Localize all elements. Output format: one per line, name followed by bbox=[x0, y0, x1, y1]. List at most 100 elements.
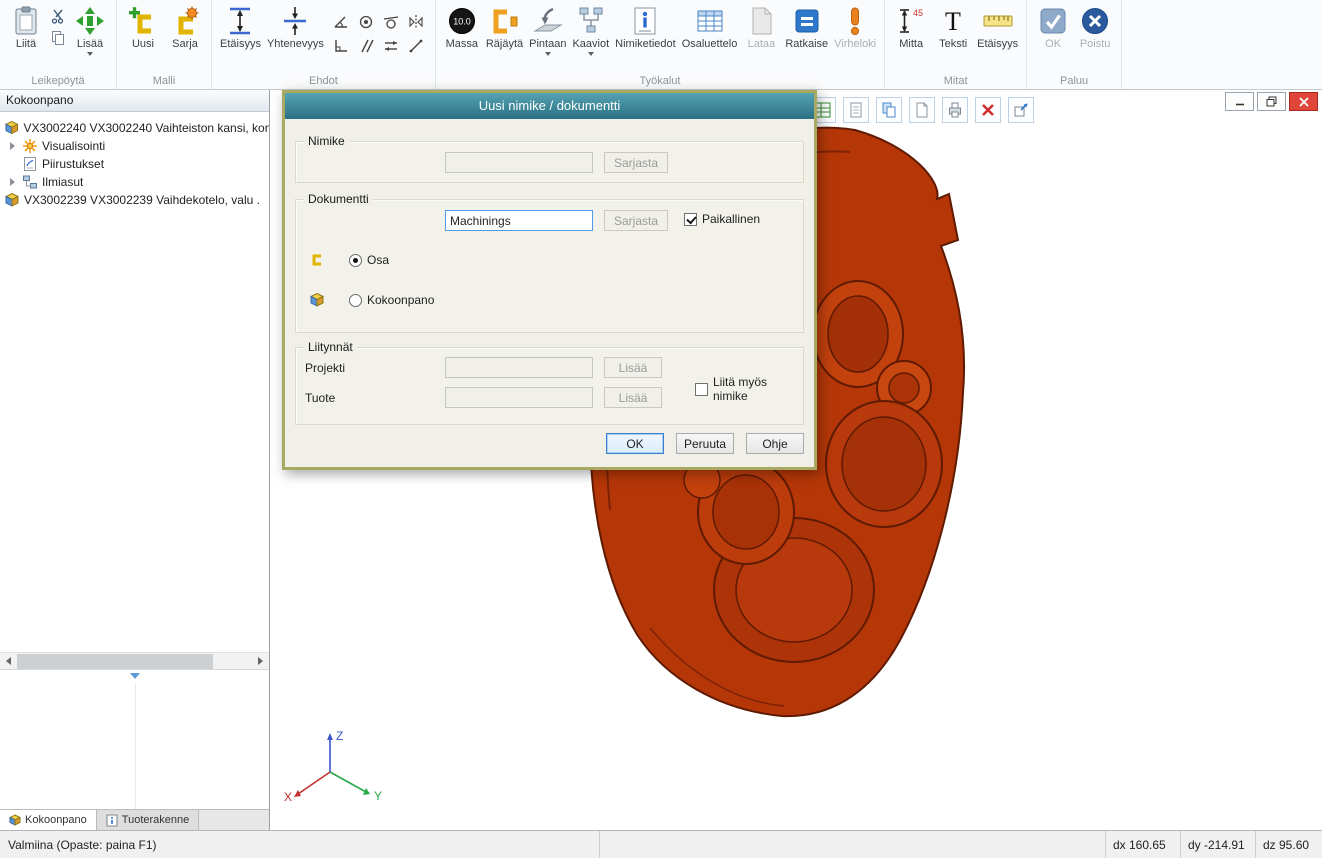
splitter-collapse-icon[interactable] bbox=[130, 673, 140, 679]
tree-item-ilmiasut[interactable]: Ilmiasut bbox=[0, 173, 269, 191]
panel-header: Kokoonpano bbox=[0, 90, 269, 112]
paikallinen-checkbox[interactable] bbox=[684, 213, 697, 226]
mitta-button[interactable]: 45 Mitta bbox=[890, 2, 932, 50]
liita-label: Liitä bbox=[16, 38, 36, 50]
dokumentti-sarjasta-button[interactable]: Sarjasta bbox=[604, 210, 668, 231]
dokumentti-input[interactable] bbox=[445, 210, 593, 231]
etaisyys-constraint-label: Etäisyys bbox=[220, 38, 261, 50]
peruuta-button[interactable]: Peruuta bbox=[676, 433, 734, 454]
tree-item-visualisointi[interactable]: Visualisointi bbox=[0, 137, 269, 155]
perpendicular-constraint-icon[interactable] bbox=[329, 34, 353, 57]
cut-icon[interactable] bbox=[50, 8, 66, 24]
tab-kokoonpano-label: Kokoonpano bbox=[25, 814, 87, 826]
status-spacer bbox=[600, 831, 1105, 858]
tuote-input[interactable] bbox=[445, 387, 593, 408]
x-axis-label: X bbox=[284, 790, 292, 804]
ok-ribbon-button[interactable]: OK bbox=[1032, 2, 1074, 50]
tab-tuoterakenne[interactable]: Tuoterakenne bbox=[97, 810, 199, 830]
expander-icon[interactable] bbox=[8, 141, 18, 151]
exit-icon bbox=[1079, 5, 1111, 37]
panel-splitter[interactable] bbox=[0, 669, 269, 683]
text-icon: T bbox=[937, 5, 969, 37]
tree-item-vx3002239[interactable]: VX3002239 VX3002239 Vaihdekotelo, valu . bbox=[0, 191, 269, 209]
scroll-right-arrow[interactable] bbox=[252, 653, 269, 670]
projekti-input[interactable] bbox=[445, 357, 593, 378]
assembly-icon bbox=[4, 192, 20, 208]
line-constraint-icon[interactable] bbox=[404, 34, 428, 57]
ribbon-group-malli: Uusi Sarja Malli bbox=[117, 0, 212, 89]
tuote-lisaa-button[interactable]: Lisää bbox=[604, 387, 662, 408]
tree-item-vx3002240[interactable]: VX3002240 VX3002240 Vaihteiston kansi, k… bbox=[0, 119, 269, 137]
add-icon bbox=[74, 5, 106, 37]
projekti-lisaa-button[interactable]: Lisää bbox=[604, 357, 662, 378]
massa-button[interactable]: 10.0 Massa bbox=[441, 2, 483, 50]
yhtenevyys-button[interactable]: Yhtenevyys bbox=[264, 2, 327, 50]
massa-label: Massa bbox=[446, 38, 478, 50]
nimike-group: Nimike Sarjasta bbox=[295, 141, 804, 183]
z-axis-label: Z bbox=[336, 729, 343, 743]
dokumentti-group-label: Dokumentti bbox=[304, 192, 373, 206]
poistu-button[interactable]: Poistu bbox=[1074, 2, 1116, 50]
diagram-icon bbox=[575, 5, 607, 37]
etaisyys-constraint-button[interactable]: Etäisyys bbox=[217, 2, 264, 50]
angle-constraint-icon[interactable] bbox=[329, 10, 353, 33]
drawing-icon bbox=[22, 156, 38, 172]
group-label-paluu: Paluu bbox=[1027, 75, 1121, 87]
scrollbar-thumb[interactable] bbox=[17, 654, 213, 669]
dialog-title[interactable]: Uusi nimike / dokumentti bbox=[285, 93, 814, 119]
scrollbar-track[interactable] bbox=[17, 653, 252, 670]
teksti-button[interactable]: T Teksti bbox=[932, 2, 974, 50]
rajayta-button[interactable]: Räjäytä bbox=[483, 2, 526, 50]
concentric-constraint-icon[interactable] bbox=[354, 10, 378, 33]
ribbon-group-ehdot: Etäisyys Yhtenevyys Ehdot bbox=[212, 0, 436, 89]
mitta-label: Mitta bbox=[899, 38, 923, 50]
copy-pages-icon[interactable] bbox=[876, 97, 902, 123]
expander-icon[interactable] bbox=[8, 177, 18, 187]
ruler-icon bbox=[982, 5, 1014, 37]
tree-item-piirustukset[interactable]: Piirustukset bbox=[0, 155, 269, 173]
lataa-label: Lataa bbox=[748, 38, 776, 50]
minimize-button[interactable] bbox=[1225, 92, 1254, 111]
ohje-button[interactable]: Ohje bbox=[746, 433, 804, 454]
nimike-group-label: Nimike bbox=[304, 134, 349, 148]
liita-button[interactable]: Liitä bbox=[5, 2, 47, 50]
ok-button[interactable]: OK bbox=[606, 433, 664, 454]
lisaa-button[interactable]: Lisää bbox=[69, 2, 111, 56]
kaaviot-label: Kaaviot bbox=[572, 38, 609, 50]
tab-kokoonpano[interactable]: Kokoonpano bbox=[0, 810, 97, 830]
massa-badge: 10.0 bbox=[453, 17, 471, 27]
parallel-constraint-icon[interactable] bbox=[354, 34, 378, 57]
page-icon[interactable] bbox=[909, 97, 935, 123]
pintaan-button[interactable]: Pintaan bbox=[526, 2, 569, 56]
osa-radio[interactable] bbox=[349, 254, 362, 267]
equal-distance-constraint-icon[interactable] bbox=[379, 34, 403, 57]
nimike-input[interactable] bbox=[445, 152, 593, 173]
kaaviot-button[interactable]: Kaaviot bbox=[569, 2, 612, 56]
sarja-button[interactable]: Sarja bbox=[164, 2, 206, 50]
application-window: Liitä Lisää Leikepöytä Uusi bbox=[0, 0, 1322, 858]
nimiketiedot-button[interactable]: Nimiketiedot bbox=[612, 2, 679, 50]
symmetry-constraint-icon[interactable] bbox=[404, 10, 428, 33]
uusi-button[interactable]: Uusi bbox=[122, 2, 164, 50]
osaluettelo-button[interactable]: Osaluettelo bbox=[679, 2, 741, 50]
scroll-left-arrow[interactable] bbox=[0, 653, 17, 670]
tree-horizontal-scrollbar[interactable] bbox=[0, 652, 269, 669]
restore-button[interactable] bbox=[1257, 92, 1286, 111]
ratkaise-button[interactable]: Ratkaise bbox=[782, 2, 831, 50]
kokoonpano-radio[interactable] bbox=[349, 294, 362, 307]
tangent-constraint-icon[interactable] bbox=[379, 10, 403, 33]
copy-icon[interactable] bbox=[50, 30, 66, 46]
detach-window-icon[interactable] bbox=[1008, 97, 1034, 123]
osa-row: Osa bbox=[309, 252, 389, 268]
liita-myos-checkbox[interactable] bbox=[695, 383, 708, 396]
print-icon[interactable] bbox=[942, 97, 968, 123]
delete-icon[interactable] bbox=[975, 97, 1001, 123]
projekti-label: Projekti bbox=[305, 361, 345, 375]
close-button[interactable] bbox=[1289, 92, 1318, 111]
nimike-sarjasta-button[interactable]: Sarjasta bbox=[604, 152, 668, 173]
lataa-button[interactable]: Lataa bbox=[740, 2, 782, 50]
etaisyys-mitta-button[interactable]: Etäisyys bbox=[974, 2, 1021, 50]
document-icon[interactable] bbox=[843, 97, 869, 123]
chevron-down-icon bbox=[545, 52, 551, 56]
virheloki-button[interactable]: Virheloki bbox=[831, 2, 879, 50]
